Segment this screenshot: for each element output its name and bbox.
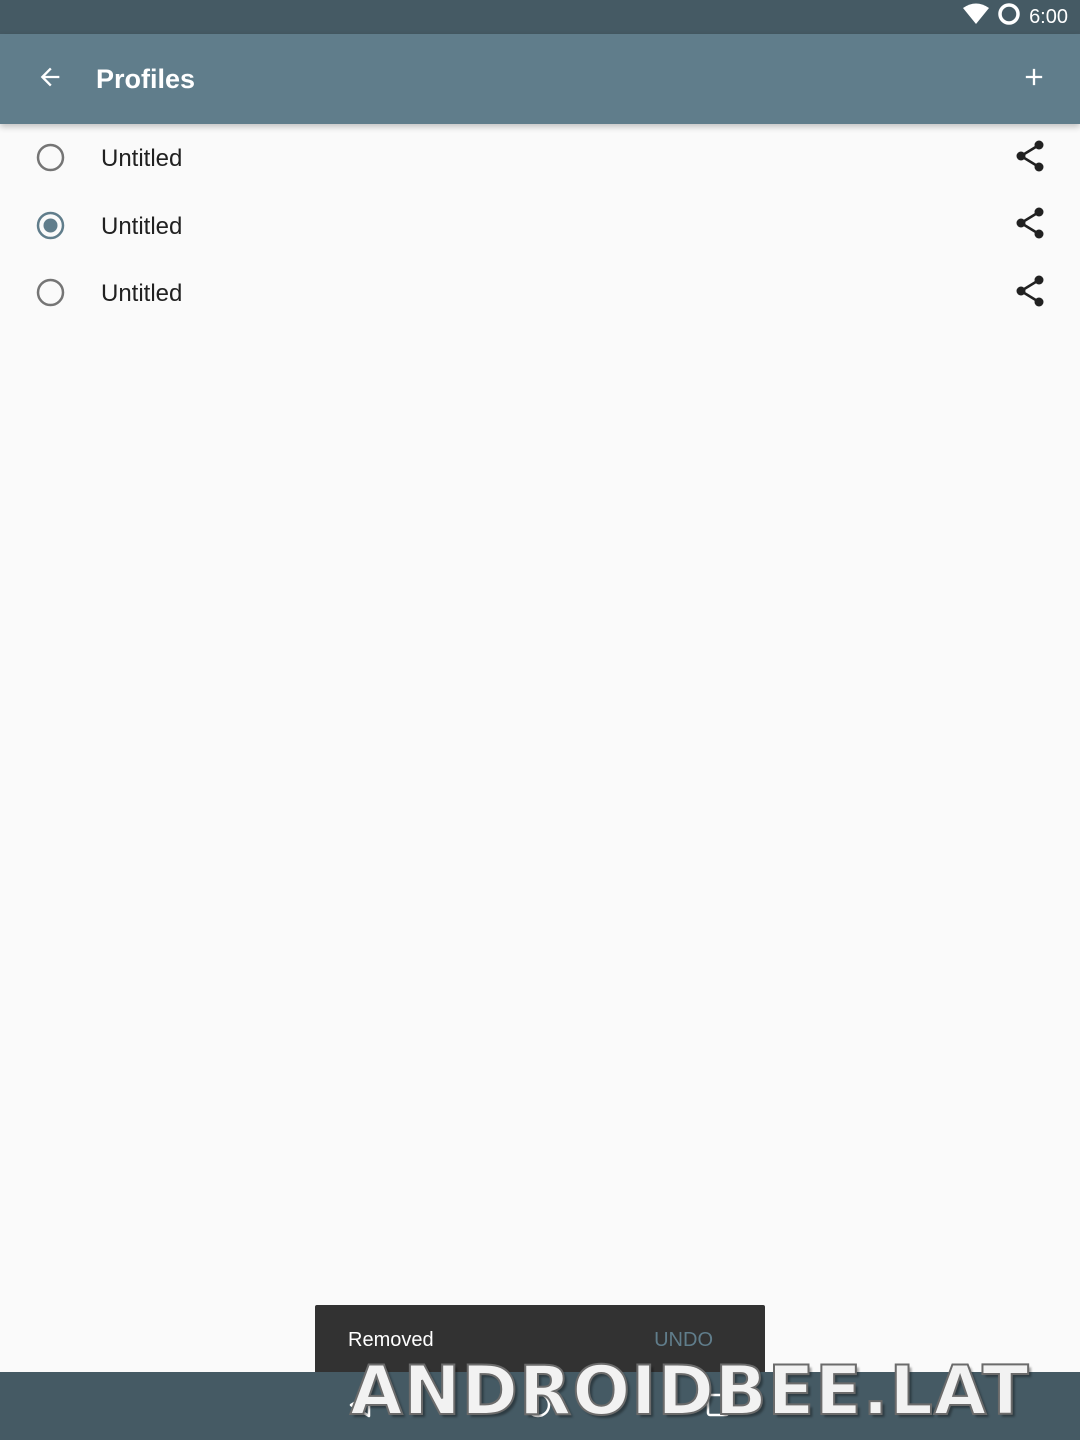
share-icon [1015, 275, 1045, 312]
profile-label: Untitled [101, 212, 183, 240]
share-button[interactable] [1012, 275, 1048, 311]
plus-icon [1020, 63, 1048, 96]
add-profile-button[interactable] [1012, 57, 1056, 101]
share-icon [1015, 140, 1045, 177]
status-time: 6:00 [1029, 5, 1068, 28]
snackbar: Removed UNDO [315, 1305, 765, 1372]
back-button[interactable] [28, 57, 72, 101]
profile-row[interactable]: Untitled [0, 124, 1080, 192]
profile-row[interactable]: Untitled [0, 192, 1080, 260]
profile-label: Untitled [101, 145, 183, 172]
snackbar-message: Removed [348, 1329, 434, 1351]
home-circle-icon [523, 1390, 553, 1425]
profile-label: Untitled [101, 280, 183, 307]
recents-square-icon [703, 1390, 733, 1425]
status-bar: 6:00 [0, 0, 1080, 34]
ring-icon [997, 2, 1021, 32]
app-bar: Profiles [0, 34, 1080, 124]
wifi-icon [963, 3, 990, 31]
page-title: Profiles [96, 64, 196, 94]
nav-recents-button[interactable] [693, 1382, 743, 1432]
share-button[interactable] [1012, 207, 1048, 244]
navigation-bar [0, 1372, 1080, 1440]
back-triangle-icon [345, 1390, 375, 1425]
undo-button[interactable]: UNDO [654, 1305, 713, 1372]
profile-row[interactable]: Untitled [0, 259, 1080, 327]
status-icons: 6:00 [963, 0, 1068, 34]
nav-home-button[interactable] [513, 1382, 563, 1432]
radio-selected[interactable] [36, 211, 65, 240]
nav-back-button[interactable] [335, 1382, 385, 1432]
share-icon [1015, 207, 1045, 244]
profile-list: Untitled Untitled Untitled [0, 124, 1080, 327]
share-button[interactable] [1012, 140, 1048, 176]
radio-unselected[interactable] [36, 143, 65, 172]
arrow-left-icon [36, 63, 64, 96]
radio-unselected[interactable] [36, 278, 65, 307]
